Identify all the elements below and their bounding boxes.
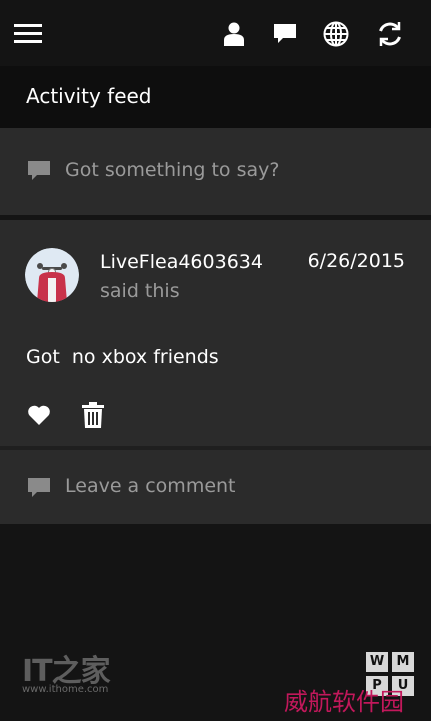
- comment-icon: [28, 161, 50, 185]
- globe-icon[interactable]: [322, 20, 350, 48]
- avatar[interactable]: [25, 248, 79, 302]
- heart-icon[interactable]: [27, 404, 51, 428]
- refresh-icon[interactable]: [376, 20, 404, 48]
- composer-placeholder: Got something to say?: [65, 159, 280, 181]
- post-username[interactable]: LiveFlea4603634: [100, 251, 263, 273]
- feed-post: LiveFlea4603634 said this 6/26/2015 Got …: [0, 220, 431, 446]
- status-composer[interactable]: Got something to say?: [0, 128, 431, 215]
- comment-placeholder: Leave a comment: [65, 475, 236, 497]
- trash-icon[interactable]: [82, 402, 104, 430]
- cn-watermark: 威航软件园: [284, 688, 404, 716]
- message-icon[interactable]: [271, 20, 299, 48]
- post-subtext: said this: [100, 280, 180, 302]
- hamburger-menu-icon[interactable]: [14, 20, 42, 48]
- watermark-letter: M: [392, 652, 414, 672]
- comment-input[interactable]: Leave a comment: [0, 450, 431, 524]
- page-header: Activity feed: [0, 66, 431, 128]
- comment-icon: [28, 478, 50, 502]
- page-title: Activity feed: [26, 84, 152, 108]
- top-app-bar: [0, 0, 431, 66]
- ithome-watermark: IT之家 www.ithome.com: [22, 646, 112, 698]
- post-date: 6/26/2015: [307, 250, 405, 272]
- watermark-letter: W: [366, 652, 388, 672]
- watermark-url: www.ithome.com: [22, 684, 109, 695]
- post-body: Got no xbox friends: [26, 346, 219, 368]
- person-icon[interactable]: [220, 20, 248, 48]
